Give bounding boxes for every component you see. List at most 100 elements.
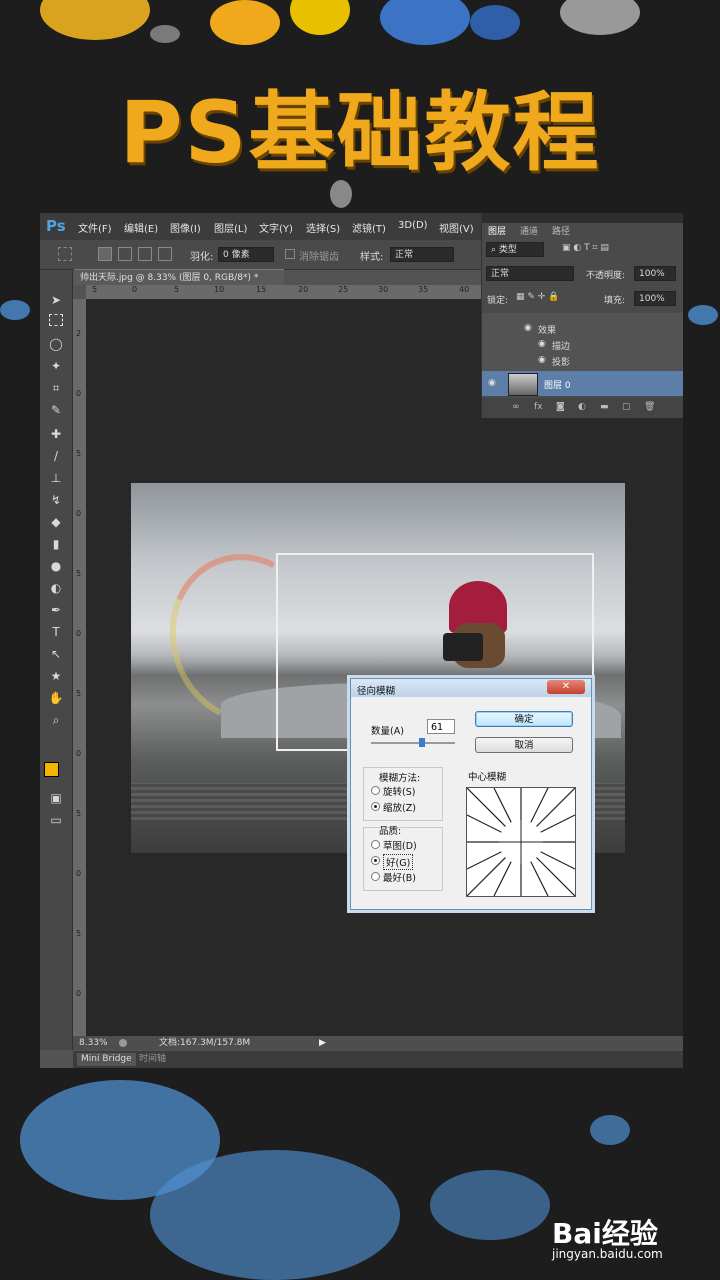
menu-edit[interactable]: 编辑(E): [124, 220, 158, 235]
new-group-icon[interactable]: ▬: [600, 402, 609, 412]
method-zoom-label[interactable]: 缩放(Z): [383, 800, 416, 814]
antialias-label: 消除锯齿: [299, 252, 339, 263]
blur-method-label: 模糊方法:: [379, 773, 421, 784]
new-layer-icon[interactable]: ▢: [622, 402, 631, 412]
document-size: 文档:167.3M/157.8M: [159, 1038, 251, 1048]
zoom-level[interactable]: 8.33%: [79, 1036, 108, 1050]
menu-filter[interactable]: 滤镜(T): [352, 220, 386, 235]
dodge-tool-icon[interactable]: ◐: [48, 580, 64, 596]
link-layers-icon[interactable]: ∞: [512, 402, 520, 412]
eyedropper-icon[interactable]: ✎: [48, 402, 64, 418]
menu-file[interactable]: 文件(F): [78, 220, 112, 235]
status-arrow-icon[interactable]: ▶: [319, 1036, 326, 1050]
gradient-tool-icon[interactable]: ▮: [48, 536, 64, 552]
menu-select[interactable]: 选择(S): [306, 220, 340, 235]
quality-draft-radio[interactable]: [371, 840, 380, 849]
status-info-icon[interactable]: [119, 1039, 127, 1047]
style-label: 样式:: [360, 252, 384, 263]
layer-name[interactable]: 图层 0: [544, 378, 571, 391]
close-icon[interactable]: ✕: [547, 680, 585, 694]
adjustment-layer-icon[interactable]: ◐: [578, 402, 586, 412]
quality-best-label[interactable]: 最好(B): [383, 870, 416, 884]
opacity-input[interactable]: 100%: [634, 266, 676, 281]
menu-type[interactable]: 文字(Y): [259, 220, 293, 235]
quality-good-label[interactable]: 好(G): [383, 854, 414, 870]
effect-drop-shadow[interactable]: 投影: [552, 355, 570, 368]
tab-channels[interactable]: 通道: [520, 224, 538, 237]
layer-row[interactable]: ◉ 图层 0: [482, 371, 683, 396]
shape-tool-icon[interactable]: ★: [48, 668, 64, 684]
tab-timeline[interactable]: 时间轴: [139, 1053, 166, 1066]
path-select-icon[interactable]: ↖: [48, 646, 64, 662]
foreground-color-swatch[interactable]: [44, 762, 59, 777]
tab-mini-bridge[interactable]: Mini Bridge: [77, 1053, 136, 1066]
style-select[interactable]: 正常: [390, 247, 454, 262]
fill-label: 填充:: [604, 296, 626, 306]
document-tab[interactable]: 帅出天际.jpg @ 8.33% (图层 0, RGB/8*) *: [74, 269, 284, 285]
quick-mask-icon[interactable]: ▣: [48, 790, 64, 806]
lock-icons[interactable]: ▦ ✎ ✛ 🔒: [516, 292, 559, 302]
tab-layers[interactable]: 图层: [488, 224, 506, 237]
intersect-selection-icon[interactable]: [158, 247, 172, 261]
type-tool-icon[interactable]: T: [48, 624, 64, 640]
blur-center-preview[interactable]: [466, 787, 576, 897]
effect-stroke[interactable]: 描边: [552, 339, 570, 352]
blur-tool-icon[interactable]: ●: [48, 558, 64, 574]
watermark-url: jingyan.baidu.com: [552, 1247, 663, 1261]
panel-header: [482, 213, 683, 223]
radial-blur-dialog: 径向模糊 ✕ 数量(A) 61 确定 取消 模糊方法: 旋转(S) 缩放(Z) …: [350, 678, 592, 910]
zoom-tool-icon[interactable]: ⌕: [48, 712, 64, 728]
subtract-selection-icon[interactable]: [138, 247, 152, 261]
cancel-button[interactable]: 取消: [475, 737, 573, 753]
hand-tool-icon[interactable]: ✋: [48, 690, 64, 706]
antialias-checkbox[interactable]: [285, 249, 295, 259]
clone-stamp-icon[interactable]: ⊥: [48, 470, 64, 486]
magic-wand-icon[interactable]: ✦: [48, 358, 64, 374]
method-spin-label[interactable]: 旋转(S): [383, 784, 415, 798]
menu-image[interactable]: 图像(I): [170, 220, 201, 235]
baidu-jingyan-logo: Bai经验: [552, 1217, 658, 1250]
quality-good-radio[interactable]: [371, 856, 380, 865]
eye-icon[interactable]: ◉: [524, 323, 532, 333]
amount-input[interactable]: 61: [427, 719, 455, 734]
filter-icons[interactable]: ▣ ◐ T ⌗ ▤: [562, 243, 609, 253]
new-selection-icon[interactable]: [98, 247, 112, 261]
menu-layer[interactable]: 图层(L): [214, 220, 247, 235]
layers-footer: ∞ fx ◙ ◐ ▬ ▢ 🗑: [482, 398, 683, 418]
poster-title: PS基础教程: [119, 83, 601, 183]
fill-input[interactable]: 100%: [634, 291, 676, 306]
blend-mode-select[interactable]: 正常: [486, 266, 574, 281]
tab-paths[interactable]: 路径: [552, 224, 570, 237]
ok-button[interactable]: 确定: [475, 711, 573, 727]
eye-icon[interactable]: ◉: [538, 339, 546, 349]
method-zoom-radio[interactable]: [371, 802, 380, 811]
screen-mode-icon[interactable]: ▭: [48, 812, 64, 828]
rect-marquee-icon[interactable]: [49, 314, 63, 326]
feather-input[interactable]: 0 像素: [218, 247, 274, 262]
layers-panel: 图层 通道 路径 ⌕ 类型 ▣ ◐ T ⌗ ▤ 正常 不透明度: 100% 锁定…: [481, 213, 683, 418]
history-brush-icon[interactable]: ↯: [48, 492, 64, 508]
quality-best-radio[interactable]: [371, 872, 380, 881]
layer-filter-select[interactable]: ⌕ 类型: [486, 242, 544, 257]
lasso-tool-icon[interactable]: ◯: [48, 336, 64, 352]
move-tool-icon[interactable]: ➤: [48, 292, 64, 308]
healing-brush-icon[interactable]: ✚: [48, 426, 64, 442]
quality-draft-label[interactable]: 草图(D): [383, 838, 417, 852]
delete-layer-icon[interactable]: 🗑: [644, 402, 655, 412]
menu-3d[interactable]: 3D(D): [398, 220, 428, 231]
method-spin-radio[interactable]: [371, 786, 380, 795]
pen-tool-icon[interactable]: ✒: [48, 602, 64, 618]
brush-tool-icon[interactable]: /: [48, 448, 64, 464]
marquee-tool-icon[interactable]: [58, 247, 72, 261]
add-mask-icon[interactable]: ◙: [556, 402, 565, 412]
layer-style-icon[interactable]: fx: [534, 402, 543, 412]
bottom-panel-tabs: Mini Bridge 时间轴: [73, 1051, 683, 1068]
menu-view[interactable]: 视图(V): [439, 220, 474, 235]
eraser-tool-icon[interactable]: ◆: [48, 514, 64, 530]
eye-icon[interactable]: ◉: [538, 355, 546, 365]
crop-tool-icon[interactable]: ⌗: [48, 380, 64, 396]
eye-icon[interactable]: ◉: [488, 378, 496, 388]
amount-slider-thumb[interactable]: [419, 738, 425, 747]
add-selection-icon[interactable]: [118, 247, 132, 261]
amount-slider-track[interactable]: [371, 742, 455, 744]
